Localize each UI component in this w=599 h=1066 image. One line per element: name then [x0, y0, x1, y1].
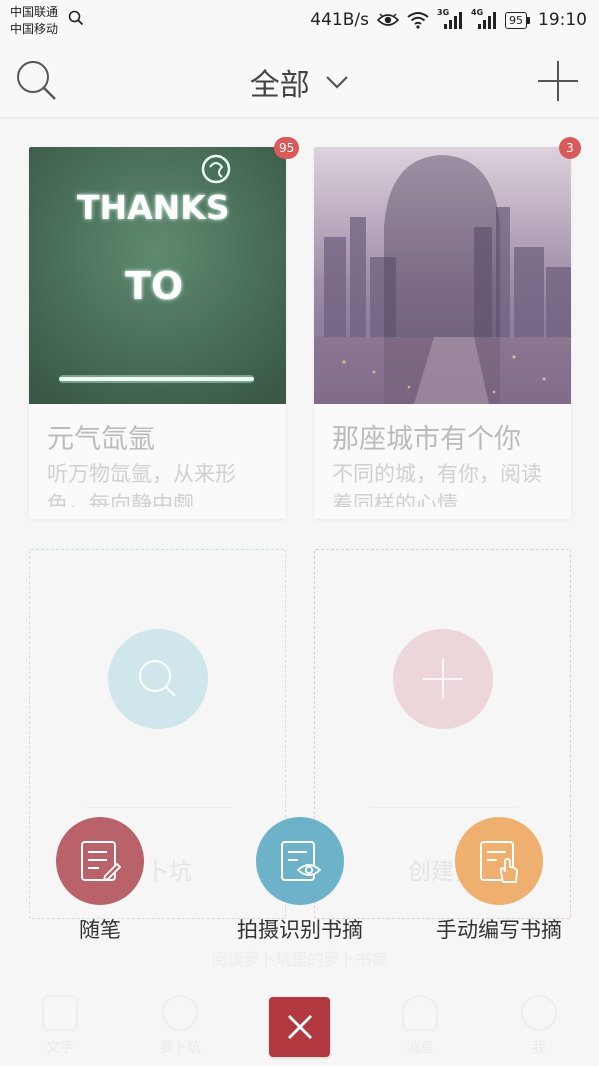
svg-text:THANKS: THANKS [77, 188, 230, 227]
svg-text:TO: TO [125, 264, 183, 308]
hand-write-icon [480, 841, 518, 883]
category-dropdown[interactable]: 全部 [0, 60, 599, 104]
card-title: 那座城市有个你 [332, 424, 521, 455]
top-header: 全部 [0, 42, 599, 118]
unread-badge: 3 [559, 137, 581, 159]
card-title: 元气氙氩 [47, 424, 155, 455]
net-speed: 441B/s [310, 10, 369, 30]
city-girl-image [314, 147, 571, 404]
clock: 19:10 [538, 10, 587, 30]
tab-label: 文字 [46, 1040, 74, 1056]
signal-bars-icon [478, 12, 496, 29]
manual-excerpt-label: 手动编写书摘 [436, 918, 562, 942]
card-description: 不同的城，有你，阅读着同样的心情 [332, 462, 542, 507]
chevron-down-icon [326, 76, 349, 89]
tab-messages[interactable]: 消息 [380, 995, 460, 1057]
battery-indicator: 95 [505, 11, 530, 29]
divider [370, 807, 517, 808]
signal-2: 4G [471, 8, 497, 30]
status-bar: 中国联通 中国移动 441B/s 3G 4G 95 19:10 [0, 0, 599, 42]
plus-icon [423, 659, 463, 699]
hint-text: 阅读萝卜坑里的萝卜书摘 [211, 950, 388, 969]
tab-me[interactable]: 我 [499, 995, 579, 1057]
create-circle [393, 629, 493, 729]
battery-tip [527, 16, 530, 24]
battery-level: 95 [505, 11, 527, 29]
tab-label: 萝卜坑 [159, 1040, 201, 1056]
document-icon [42, 995, 78, 1031]
note-edit-icon [81, 841, 122, 882]
card-description: 听万物氙氩，从来形色，每向静中觑 [47, 462, 236, 507]
page-title: 全部 [249, 68, 310, 103]
signal-bars-icon [444, 12, 462, 29]
status-indicators: 441B/s 3G 4G 95 19:10 [310, 8, 587, 32]
carrier-1: 中国联通 [10, 5, 59, 19]
card-cover: THANKS TO THANKS TO [29, 147, 286, 404]
manual-excerpt-button[interactable] [455, 817, 543, 905]
search-icon [68, 10, 84, 26]
close-icon [287, 1015, 312, 1039]
explore-circle [108, 629, 208, 729]
essay-label: 随笔 [79, 918, 121, 942]
wifi-icon [407, 12, 429, 29]
scan-excerpt-button[interactable] [256, 817, 344, 905]
unread-badge: 95 [274, 137, 300, 159]
bell-icon [402, 995, 438, 1031]
scan-eye-icon [281, 841, 322, 881]
carrier-2: 中国移动 [10, 22, 59, 36]
book-card[interactable]: 那座城市有个你 不同的城，有你，阅读着同样的心情 [314, 147, 571, 519]
book-card[interactable]: THANKS TO THANKS TO 元气氙氩 听万物氙氩，从来形色，每向静中… [29, 147, 286, 519]
scan-excerpt-label: 拍摄识别书摘 [237, 918, 363, 942]
carrier-info: 中国联通 中国移动 [10, 4, 58, 38]
essay-button[interactable] [56, 817, 144, 905]
close-button[interactable] [269, 997, 330, 1057]
people-icon [162, 995, 198, 1031]
tab-label: 我 [532, 1040, 546, 1056]
eye-icon [377, 13, 399, 26]
person-icon [521, 995, 557, 1031]
divider [85, 807, 232, 808]
neon-sign-image: THANKS TO THANKS TO [29, 147, 286, 404]
card-cover [314, 147, 571, 404]
plus-icon[interactable] [537, 60, 579, 102]
search-icon [139, 660, 176, 697]
tab-label: 消息 [406, 1040, 434, 1056]
tab-text[interactable]: 文字 [20, 995, 100, 1057]
tab-radish-pit[interactable]: 萝卜坑 [140, 995, 220, 1057]
signal-1: 3G [437, 8, 463, 30]
